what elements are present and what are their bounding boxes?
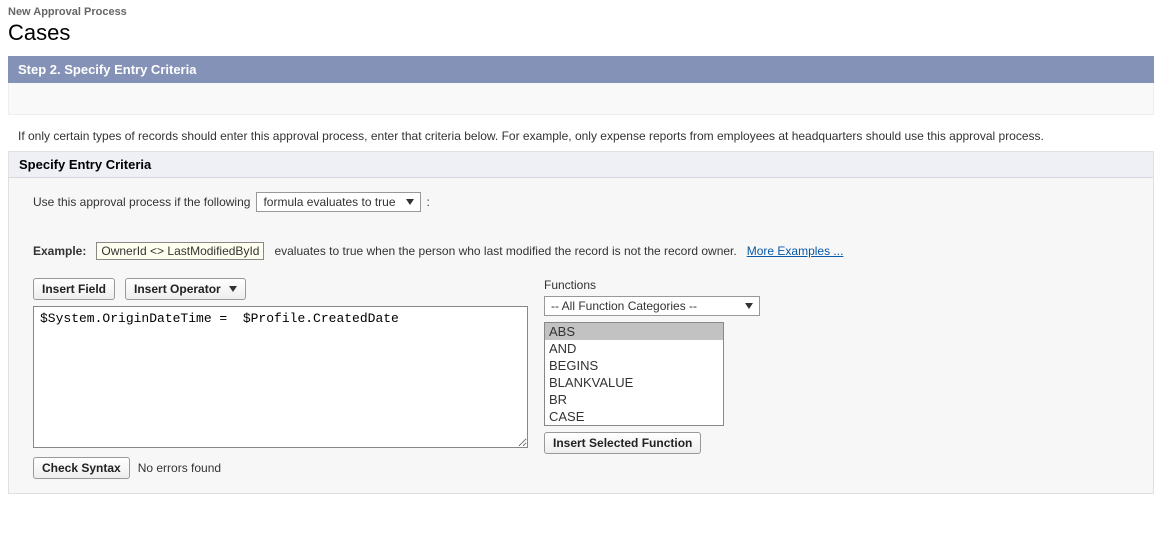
condition-select-value: formula evaluates to true <box>263 195 395 209</box>
example-label: Example: <box>33 244 86 258</box>
function-item[interactable]: BLANKVALUE <box>545 374 723 391</box>
function-category-value: -- All Function Categories -- <box>551 299 697 313</box>
formula-textarea[interactable] <box>33 306 528 448</box>
example-desc: evaluates to true when the person who la… <box>274 244 736 258</box>
panel-title: Specify Entry Criteria <box>9 152 1153 178</box>
more-examples-link[interactable]: More Examples ... <box>747 244 844 258</box>
instructions-text: If only certain types of records should … <box>8 115 1154 151</box>
insert-selected-function-button[interactable]: Insert Selected Function <box>544 432 701 454</box>
insert-operator-button[interactable]: Insert Operator <box>125 278 246 300</box>
condition-prefix: Use this approval process if the followi… <box>33 195 250 209</box>
check-syntax-button[interactable]: Check Syntax <box>33 457 130 479</box>
function-item[interactable]: BEGINS <box>545 357 723 374</box>
function-item[interactable]: BR <box>545 391 723 408</box>
condition-suffix: : <box>427 195 430 209</box>
function-item[interactable]: AND <box>545 340 723 357</box>
step-subbar <box>8 83 1154 115</box>
chevron-down-icon <box>229 286 237 292</box>
breadcrumb: New Approval Process <box>8 6 1154 18</box>
syntax-status: No errors found <box>138 461 221 475</box>
function-item[interactable]: CASE <box>545 408 723 425</box>
example-line: Example: OwnerId <> LastModifiedById eva… <box>33 242 1129 260</box>
example-code: OwnerId <> LastModifiedById <box>96 242 264 260</box>
functions-label: Functions <box>544 278 760 292</box>
function-category-select[interactable]: -- All Function Categories -- <box>544 296 760 316</box>
chevron-down-icon <box>745 303 753 309</box>
insert-field-button[interactable]: Insert Field <box>33 278 115 300</box>
function-item[interactable]: ABS <box>545 323 723 340</box>
insert-operator-label: Insert Operator <box>134 282 221 296</box>
condition-line: Use this approval process if the followi… <box>33 192 1129 212</box>
chevron-down-icon <box>406 199 414 205</box>
condition-select[interactable]: formula evaluates to true <box>256 192 420 212</box>
function-listbox[interactable]: ABS AND BEGINS BLANKVALUE BR CASE <box>544 322 724 426</box>
step-heading: Step 2. Specify Entry Criteria <box>8 56 1154 83</box>
page-title: Cases <box>8 20 1154 46</box>
entry-criteria-panel: Specify Entry Criteria Use this approval… <box>8 151 1154 494</box>
